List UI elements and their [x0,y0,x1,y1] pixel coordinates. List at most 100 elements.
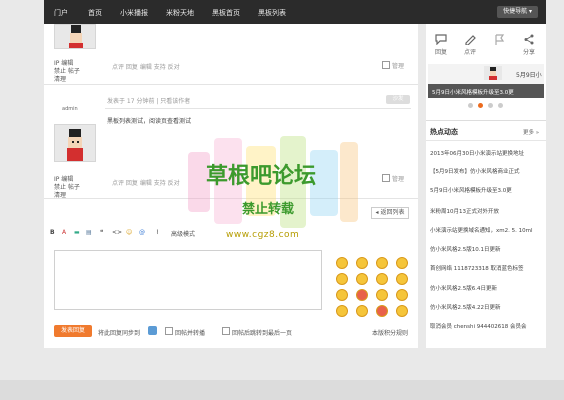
manage-label: 管理 [392,176,405,183]
hot-news-more-link[interactable]: 更多 » [523,128,539,136]
watermark-subtitle: 禁止转载 [242,202,295,217]
emoji-icon[interactable] [356,257,368,269]
divider [426,140,546,141]
hot-news-panel: 热点动态 更多 » 2013年06月30日小米演示站更换地址 【5月9日发布】仿… [426,120,546,348]
hot-news-item[interactable]: 仿小米风格2.5版10.1日更新 [430,245,501,253]
username[interactable]: admin [62,106,78,112]
nav-item-board-list[interactable]: 黑板列表 [258,8,286,18]
reply-textarea[interactable] [54,250,322,310]
sync-label: 将此回复同步到 [98,330,141,337]
post-content: 黑板列表测试，阅读页查看测试 [107,118,192,125]
user-action-clean[interactable]: 清理 [54,74,66,83]
page-footer [0,380,564,400]
repost-label: 回帖并转播 [175,330,206,337]
post-actions[interactable]: 点评 回复 编辑 支持 反对 [112,62,180,71]
hot-news-item[interactable]: 米粉周10月13正式对外开放 [430,207,499,215]
share-action[interactable]: 分享 [516,28,542,56]
hot-news-item[interactable]: 【5月9日发布】仿小米风格商业正式 [430,167,520,175]
slider-avatar [484,66,502,80]
emoji-icon[interactable] [376,305,388,317]
emoji-icon[interactable] [376,289,388,301]
slider-dot[interactable] [488,103,493,108]
avatar-figure-icon [67,129,83,161]
watermark: 草根吧论坛 禁止转载 www.cgz8.com [188,128,358,248]
flag-icon [495,34,505,45]
emoji-icon[interactable] [356,305,368,317]
emoji-icon[interactable] [336,289,348,301]
bold-icon[interactable]: B [50,229,55,236]
jump-last-checkbox[interactable] [222,327,230,335]
back-arrow-icon: ◂ [375,209,379,216]
emoji-icon[interactable] [376,273,388,285]
reply-action[interactable]: 回复 [428,28,454,56]
floor-badge[interactable]: 沙发 [386,95,410,104]
background-icon[interactable]: ▬ [74,229,80,236]
nav-item-portal[interactable]: 门户 [54,8,68,18]
reply-action-label: 回复 [434,49,447,56]
submit-reply-button[interactable]: 发表回复 [54,325,92,337]
slider-dot-active[interactable] [478,103,483,108]
emoji-icon[interactable] [396,257,408,269]
emoji-icon[interactable] [356,273,368,285]
slider-dot[interactable] [498,103,503,108]
hot-news-item[interactable]: 小米演示站更换域名通知，xm2. 5. 10ml [430,226,533,234]
manage-checkbox[interactable] [382,174,390,182]
watermark-url: www.cgz8.com [226,230,300,240]
hot-news-item[interactable]: 取消会员 chenshi 944402618 会员会 [430,322,527,330]
credit-rules-link[interactable]: 本版积分规则 [372,328,408,337]
nav-item-fans[interactable]: 米粉天地 [166,8,194,18]
emoji-panel [336,255,412,319]
avatar-figure-icon [69,25,83,48]
hot-news-item[interactable]: 仿小米风格2.5版4.22日更新 [430,303,501,311]
quick-nav-button[interactable]: 快捷导航 ▾ [497,6,538,18]
avatar-figure-icon [489,67,497,80]
hot-news-item[interactable]: 仿小米风格2.5版6.4日更新 [430,284,497,292]
back-to-list-button[interactable]: ◂ 返回列表 [371,207,409,219]
emoji-icon[interactable] [376,257,388,269]
avatar[interactable] [54,24,96,49]
comment-action[interactable]: 点评 [457,28,483,56]
mention-icon[interactable]: @ [139,229,145,236]
repost-checkbox[interactable] [165,327,173,335]
emoji-icon[interactable] [336,273,348,285]
nav-item-home[interactable]: 首页 [88,8,102,18]
image-icon[interactable]: ▤ [86,229,92,236]
hot-news-item[interactable]: 5月9日小米风格模板升级至3.0更 [430,186,512,194]
share-icon [524,34,534,45]
code-icon[interactable]: <> [112,229,122,236]
quote-icon[interactable]: ❝ [100,229,103,236]
attachment-icon[interactable]: ⌇ [156,229,159,236]
avatar[interactable] [54,124,96,162]
flag-action[interactable] [486,28,512,47]
smiley-icon[interactable]: ☺ [126,229,132,236]
slider-dots [468,103,508,109]
emoji-icon[interactable] [396,273,408,285]
share-action-label: 分享 [522,49,535,56]
hot-news-item[interactable]: 首创网络 1118723318 取消蓝色标签 [430,264,524,272]
top-nav-bar: 门户 首页 小米播报 米粉天地 黑板首页 黑板列表 快捷导航 ▾ [44,0,546,24]
slider-date: 5月9日小 [516,72,542,79]
emoji-icon[interactable] [336,305,348,317]
watermark-block [340,142,358,222]
comment-action-label: 点评 [463,49,476,56]
text-color-icon[interactable]: A [62,229,66,236]
weibo-sync-icon[interactable] [148,326,157,335]
comment-icon [435,34,447,45]
divider [105,108,411,109]
emoji-icon[interactable] [396,289,408,301]
side-action-bar: 回复 点评 分享 [426,28,546,62]
post-actions[interactable]: 点评 回复 编辑 支持 反对 [112,178,180,187]
divider [44,84,418,85]
emoji-icon[interactable] [356,289,368,301]
manage-label: 管理 [392,63,405,70]
manage-checkbox[interactable] [382,61,390,69]
emoji-icon[interactable] [396,305,408,317]
jump-last-label: 回帖后跳转到最后一页 [232,330,293,337]
nav-item-board-home[interactable]: 黑板首页 [212,8,240,18]
slider-caption-bar: 5月9日小米风格模板升级至3.0更 [428,84,544,98]
news-slider[interactable]: 5月9日小 5月9日小米风格模板升级至3.0更 [428,64,544,98]
nav-item-xiaomi-news[interactable]: 小米播报 [120,8,148,18]
slider-dot[interactable] [468,103,473,108]
emoji-icon[interactable] [336,257,348,269]
hot-news-item[interactable]: 2013年06月30日小米演示站更换地址 [430,149,524,157]
